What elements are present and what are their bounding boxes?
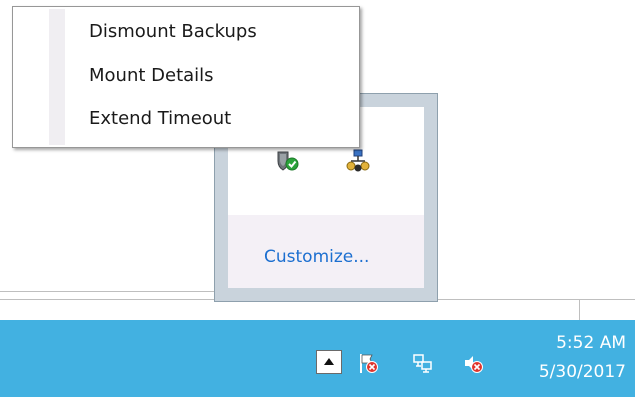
- menu-icon-gutter: [49, 9, 65, 145]
- network-users-icon[interactable]: [346, 149, 370, 173]
- context-menu: Dismount Backups Mount Details Extend Ti…: [12, 6, 360, 148]
- clock-date: 5/30/2017: [538, 362, 626, 382]
- action-center-flag-error-icon[interactable]: [357, 352, 379, 374]
- menu-item-extend-timeout[interactable]: Extend Timeout: [89, 108, 231, 129]
- desktop-line: [579, 299, 580, 320]
- clock-time: 5:52 AM: [556, 333, 626, 353]
- clock[interactable]: 5:52 AM 5/30/2017: [539, 329, 626, 387]
- network-icon[interactable]: [412, 352, 434, 374]
- menu-item-mount-details[interactable]: Mount Details: [89, 65, 214, 86]
- taskbar: 5:52 AM 5/30/2017: [0, 320, 635, 397]
- show-hidden-icons-button[interactable]: [316, 350, 342, 374]
- backup-shield-check-icon[interactable]: [276, 149, 300, 173]
- volume-muted-icon[interactable]: [462, 352, 484, 374]
- customize-link[interactable]: Customize...: [264, 247, 369, 267]
- desktop-line: [0, 299, 214, 300]
- menu-item-dismount-backups[interactable]: Dismount Backups: [89, 21, 257, 42]
- desktop-line: [0, 291, 214, 292]
- chevron-up-icon: [324, 358, 334, 365]
- desktop-line: [438, 299, 635, 300]
